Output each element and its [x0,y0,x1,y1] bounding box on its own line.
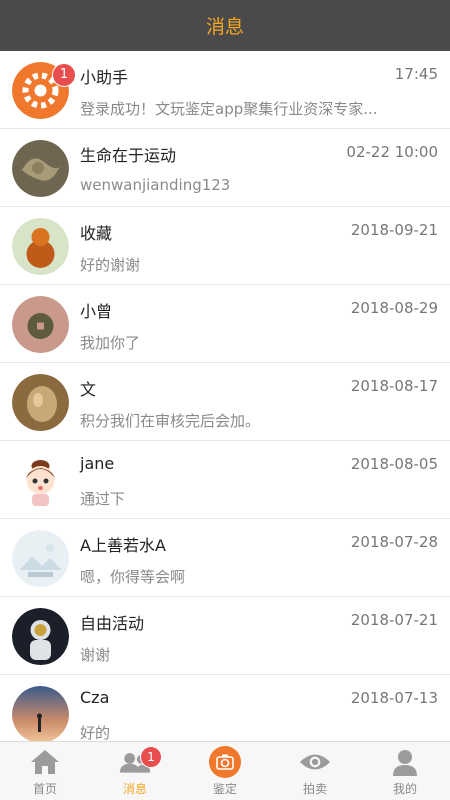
message-preview: 通过下 [80,490,126,508]
contact-name: 收藏 [80,224,113,243]
message-preview: 好的谢谢 [80,256,141,274]
tab-label: 消息 [122,782,147,796]
contact-name: 生命在于运动 [80,146,177,165]
eye-icon [299,747,331,777]
message-preview: 积分我们在审核完后会加。 [80,412,261,430]
message-preview: 我加你了 [80,334,141,352]
avatar [12,140,69,197]
unread-badge: 1 [52,63,76,87]
home-icon [29,747,61,777]
avatar [12,374,69,431]
message-list[interactable]: 1 小助手 17:45 登录成功！文玩鉴定app聚集行业资深专家... 生命在于… [0,51,450,741]
tab-appraisal[interactable]: 鉴定 [180,742,270,800]
page-title: 消息 [205,16,244,38]
message-preview: 登录成功！文玩鉴定app聚集行业资深专家... [80,100,378,118]
contact-name: 文 [80,380,97,399]
message-time: 2018-07-28 [350,533,438,551]
avatar [12,452,69,509]
top-bar: 消息 [0,0,450,51]
tab-label: 首页 [32,782,57,796]
avatar [12,686,69,741]
contact-name: Cza [80,688,110,707]
tab-messages[interactable]: 1 消息 [90,742,180,800]
message-row[interactable]: 1 小助手 17:45 登录成功！文玩鉴定app聚集行业资深专家... [0,51,450,129]
user-icon [389,747,421,777]
tab-badge: 1 [140,746,162,768]
tab-label: 鉴定 [212,782,237,796]
message-time: 2018-07-21 [350,611,438,629]
tab-label: 我的 [392,782,417,796]
message-time: 2018-08-05 [350,455,438,473]
contact-name: A上善若水A [80,536,166,555]
message-time: 02-22 10:00 [346,143,438,161]
camera-icon [209,746,241,778]
message-row[interactable]: 生命在于运动 02-22 10:00 wenwanjianding123 [0,129,450,207]
message-row[interactable]: jane 2018-08-05 通过下 [0,441,450,519]
contact-name: jane [80,454,115,473]
contact-name: 小助手 [80,68,129,87]
message-time: 2018-07-13 [350,689,438,707]
tab-profile[interactable]: 我的 [360,742,450,800]
message-row[interactable]: A上善若水A 2018-07-28 嗯，你得等会啊 [0,519,450,597]
message-row[interactable]: 收藏 2018-09-21 好的谢谢 [0,207,450,285]
message-preview: 谢谢 [80,646,111,664]
message-preview: 好的 [80,724,111,741]
avatar [12,296,69,353]
tab-label: 拍卖 [302,782,327,796]
message-row[interactable]: 文 2018-08-17 积分我们在审核完后会加。 [0,363,450,441]
message-time: 2018-09-21 [350,221,438,239]
avatar [12,530,69,587]
contact-name: 自由活动 [80,614,145,633]
bottom-tab-bar: 首页 1 消息 鉴定 拍卖 我的 [0,741,450,800]
tab-auction[interactable]: 拍卖 [270,742,360,800]
message-preview: 嗯，你得等会啊 [80,568,186,586]
tab-home[interactable]: 首页 [0,742,90,800]
message-time: 17:45 [394,65,438,83]
message-row[interactable]: 自由活动 2018-07-21 谢谢 [0,597,450,675]
message-row[interactable]: Cza 2018-07-13 好的 [0,675,450,741]
avatar [12,608,69,665]
avatar [12,218,69,275]
message-time: 2018-08-29 [350,299,438,317]
contact-name: 小曾 [80,302,113,321]
message-row[interactable]: 小曾 2018-08-29 我加你了 [0,285,450,363]
message-time: 2018-08-17 [350,377,438,395]
message-preview: wenwanjianding123 [80,176,231,194]
